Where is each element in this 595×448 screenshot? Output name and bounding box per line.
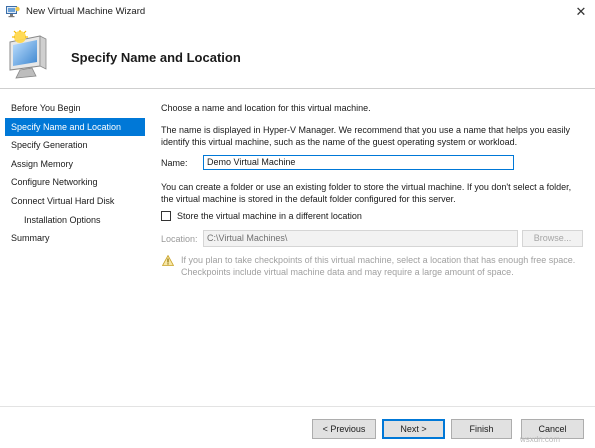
- intro-text: Choose a name and location for this virt…: [161, 103, 371, 113]
- footer-divider: [0, 406, 595, 407]
- nav-item-specify-generation[interactable]: Specify Generation: [5, 136, 145, 155]
- wizard-step-nav: Before You Begin Specify Name and Locati…: [5, 99, 145, 248]
- virtual-machine-icon: [6, 29, 58, 82]
- wizard-header: Specify Name and Location: [0, 24, 595, 88]
- nav-item-before-you-begin[interactable]: Before You Begin: [5, 99, 145, 118]
- title-bar: New Virtual Machine Wizard ✕: [0, 0, 595, 24]
- header-divider: [0, 88, 595, 89]
- wizard-window: New Virtual Machine Wizard ✕ Specify Nam…: [0, 0, 595, 448]
- next-button[interactable]: Next >: [382, 419, 445, 439]
- nav-item-summary[interactable]: Summary: [5, 229, 145, 248]
- nav-item-specify-name-and-location[interactable]: Specify Name and Location: [5, 117, 145, 137]
- nav-item-installation-options[interactable]: Installation Options: [5, 211, 145, 230]
- close-icon: ✕: [575, 4, 587, 19]
- checkpoint-warning-text: If you plan to take checkpoints of this …: [181, 255, 576, 277]
- previous-button[interactable]: < Previous: [312, 419, 376, 439]
- different-location-checkbox[interactable]: [161, 211, 171, 221]
- browse-button: Browse...: [522, 230, 583, 247]
- warning-icon: [161, 254, 175, 266]
- window-title: New Virtual Machine Wizard: [26, 6, 146, 17]
- hyper-v-app-icon: [6, 6, 20, 18]
- nav-item-connect-virtual-hard-disk[interactable]: Connect Virtual Hard Disk: [5, 192, 145, 211]
- finish-button[interactable]: Finish: [451, 419, 512, 439]
- location-label: Location:: [161, 234, 198, 244]
- close-button[interactable]: ✕: [567, 0, 595, 24]
- watermark: wsxdn.com: [520, 435, 561, 444]
- name-label: Name:: [161, 158, 188, 168]
- name-input[interactable]: [203, 155, 514, 170]
- page-title: Specify Name and Location: [71, 50, 241, 65]
- location-input: C:\Virtual Machines\: [203, 230, 518, 247]
- folder-info-text: You can create a folder or use an existi…: [161, 182, 572, 204]
- nav-item-configure-networking[interactable]: Configure Networking: [5, 173, 145, 192]
- nav-item-assign-memory[interactable]: Assign Memory: [5, 155, 145, 174]
- description-text: The name is displayed in Hyper-V Manager…: [161, 125, 571, 147]
- different-location-label[interactable]: Store the virtual machine in a different…: [177, 211, 362, 221]
